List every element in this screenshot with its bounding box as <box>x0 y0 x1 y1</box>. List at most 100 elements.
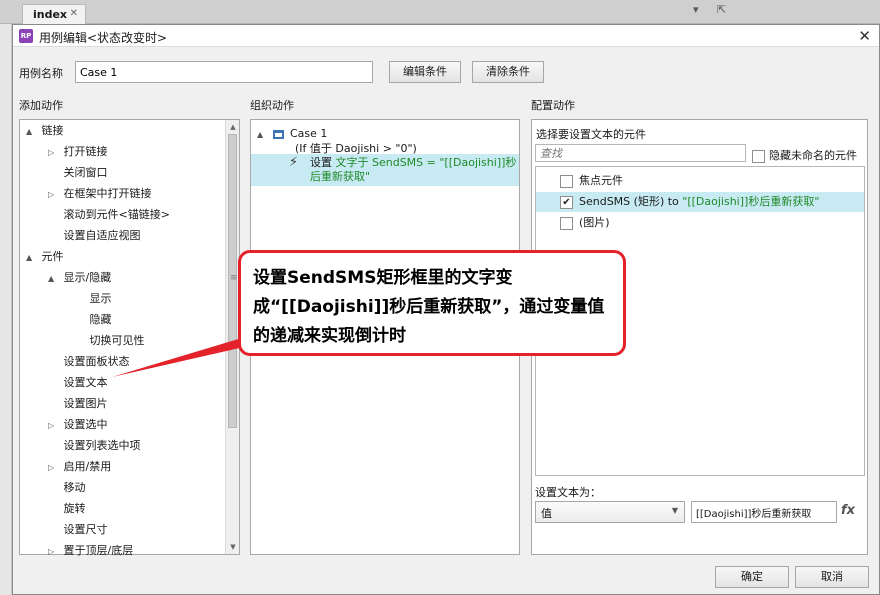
annotation-callout: 设置SendSMS矩形框里的文字变成“[[Daojishi]]秒后重新获取”，通… <box>238 250 626 356</box>
action-tree-item[interactable]: 设置面板状态 <box>60 352 130 372</box>
widget-row-image[interactable]: (图片) <box>536 213 864 233</box>
action-tree-item[interactable]: ▷ 启用/禁用 <box>48 457 111 477</box>
widget-value: "[[Daojishi]]秒后重新获取" <box>682 195 820 208</box>
action-tree-item[interactable]: 设置图片 <box>60 394 108 414</box>
action-tree-item[interactable]: ▷ 在框架中打开链接 <box>48 184 152 204</box>
case-node-label: Case 1 <box>290 127 328 140</box>
action-prefix: 设置 <box>310 156 336 169</box>
action-description: 设置 文字于 SendSMS = "[[Daojishi]]秒后重新获取" <box>310 156 520 184</box>
dialog-titlebar: RP 用例编辑<状态改变时> ✕ <box>13 25 879 47</box>
scroll-thumb[interactable]: ≡ <box>228 134 238 428</box>
widget-label: 焦点元件 <box>579 174 623 187</box>
action-tree-scrollbar[interactable]: ▲ ≡ ▼ <box>225 120 239 554</box>
text-type-select[interactable]: 值 ▼ <box>535 501 685 523</box>
action-tree-label: 移动 <box>63 481 86 494</box>
action-tree-item[interactable]: 切换可见性 <box>86 331 145 351</box>
action-tree-label: 置于顶层/底层 <box>63 544 134 557</box>
collapse-icon[interactable]: ▲ <box>26 248 38 268</box>
widget-label: SendSMS (矩形) to <box>579 195 683 208</box>
case-name-input[interactable] <box>75 61 373 83</box>
expand-icon[interactable]: ▷ <box>48 185 60 205</box>
collapse-icon[interactable]: ▲ <box>257 127 269 143</box>
dialog-title: 用例编辑<状态改变时> <box>39 31 168 45</box>
action-tree-label: 旋转 <box>63 502 86 515</box>
collapse-icon[interactable]: ▲ <box>48 269 60 289</box>
action-tree-item[interactable]: ▷ 置于顶层/底层 <box>48 541 133 561</box>
widget-checkbox[interactable] <box>560 174 573 188</box>
action-detail: 文字于 SendSMS = "[[Daojishi]]秒后重新获取" <box>310 156 517 183</box>
hide-unnamed-checkbox[interactable] <box>752 149 765 163</box>
organize-action-heading: 组织动作 <box>250 99 294 112</box>
action-tree-label: 设置文本 <box>63 376 108 389</box>
restore-icon[interactable]: ⇱ <box>717 3 729 16</box>
action-tree-item[interactable]: 旋转 <box>60 499 86 519</box>
add-action-heading: 添加动作 <box>19 99 63 112</box>
widget-checkbox[interactable] <box>560 216 573 230</box>
tab-index[interactable]: index ✕ <box>22 4 86 24</box>
action-tree-item[interactable]: ▷ 打开链接 <box>48 142 108 162</box>
widget-search-input[interactable] <box>535 144 746 162</box>
expand-icon[interactable]: ▷ <box>48 542 60 562</box>
fx-button[interactable]: fx <box>841 503 855 518</box>
case-icon <box>273 129 284 139</box>
action-tree-label: 设置列表选中项 <box>63 439 141 452</box>
configure-action-heading: 配置动作 <box>531 99 575 112</box>
action-tree-item[interactable]: 设置尺寸 <box>60 520 108 540</box>
cancel-button[interactable]: 取消 <box>795 566 869 588</box>
action-tree-label: 滚动到元件<锚链接> <box>63 208 170 221</box>
action-tree-label: 启用/禁用 <box>63 460 112 473</box>
action-tree-item[interactable]: 滚动到元件<锚链接> <box>60 205 170 225</box>
select-widgets-label: 选择要设置文本的元件 <box>536 128 646 141</box>
edit-condition-button[interactable]: 编辑条件 <box>389 61 461 83</box>
set-text-label: 设置文本为： <box>535 486 601 499</box>
close-icon[interactable]: ✕ <box>858 27 871 45</box>
action-tree-label: 设置图片 <box>63 397 108 410</box>
expand-icon[interactable]: ▷ <box>48 143 60 163</box>
action-tree-item[interactable]: 移动 <box>60 478 86 498</box>
expand-icon[interactable]: ▷ <box>48 416 60 436</box>
action-tree-label: 打开链接 <box>63 145 108 158</box>
scroll-down-icon[interactable]: ▼ <box>226 540 240 554</box>
action-tree-item[interactable]: ▲ 元件 <box>26 247 64 267</box>
text-type-value: 值 <box>541 507 552 520</box>
close-tab-icon[interactable]: ✕ <box>70 8 78 19</box>
grip-icon: ≡ <box>230 273 238 283</box>
text-value-input[interactable]: [[Daojishi]]秒后重新获取 <box>691 501 837 523</box>
collapse-icon[interactable]: ▲ <box>26 122 38 142</box>
action-tree-item[interactable]: 隐藏 <box>86 310 112 330</box>
hide-unnamed-toggle[interactable]: 隐藏未命名的元件 <box>752 147 857 163</box>
action-tree-item[interactable]: ▷ 设置选中 <box>48 415 108 435</box>
action-tree-item[interactable]: ▲ 显示/隐藏 <box>48 268 111 288</box>
action-tree-item[interactable]: 关闭窗口 <box>60 163 108 183</box>
action-tree-label: 在框架中打开链接 <box>63 187 152 200</box>
app-tab-bar: index ✕ ▾ ⇱ <box>0 0 880 24</box>
dropdown-icon[interactable]: ▾ <box>693 3 705 16</box>
action-tree-item[interactable]: 显示 <box>86 289 112 309</box>
action-tree-label: 设置选中 <box>63 418 108 431</box>
clear-condition-button[interactable]: 清除条件 <box>472 61 544 83</box>
widget-row-sendsms[interactable]: ✔ SendSMS (矩形) to "[[Daojishi]]秒后重新获取" <box>536 192 864 212</box>
scroll-up-icon[interactable]: ▲ <box>226 120 240 134</box>
action-tree-label: 显示 <box>89 292 112 305</box>
action-tree-item[interactable]: 设置文本 <box>60 373 108 393</box>
widget-row-focus[interactable]: 焦点元件 <box>536 171 864 191</box>
lightning-icon: ⚡ <box>289 155 299 170</box>
background-app-strip <box>0 24 12 595</box>
action-node-set-text[interactable]: ⚡ 设置 文字于 SendSMS = "[[Daojishi]]秒后重新获取" <box>251 154 519 186</box>
ok-button[interactable]: 确定 <box>715 566 789 588</box>
expand-icon[interactable]: ▷ <box>48 458 60 478</box>
tab-label: index <box>33 8 68 21</box>
widget-checkbox-checked[interactable]: ✔ <box>560 195 573 209</box>
action-tree-label: 显示/隐藏 <box>63 271 112 284</box>
action-tree-item[interactable]: ▲ 链接 <box>26 121 64 141</box>
action-tree-label: 设置尺寸 <box>63 523 108 536</box>
widget-label: (图片) <box>579 216 610 229</box>
action-tree-item[interactable]: 设置列表选中项 <box>60 436 141 456</box>
action-tree-label: 设置面板状态 <box>63 355 130 368</box>
action-tree-item[interactable]: 设置自适应视图 <box>60 226 141 246</box>
action-tree-panel: ▲ 链接 ▷ 打开链接 关闭窗口 ▷ 在框架中打开链接 滚动到元件<锚链接> 设置自… <box>19 119 240 557</box>
action-tree-label: 隐藏 <box>89 313 112 326</box>
app-logo-icon: RP <box>19 29 33 43</box>
action-tree-label: 切换可见性 <box>89 334 145 347</box>
action-tree-label: 链接 <box>41 124 64 137</box>
